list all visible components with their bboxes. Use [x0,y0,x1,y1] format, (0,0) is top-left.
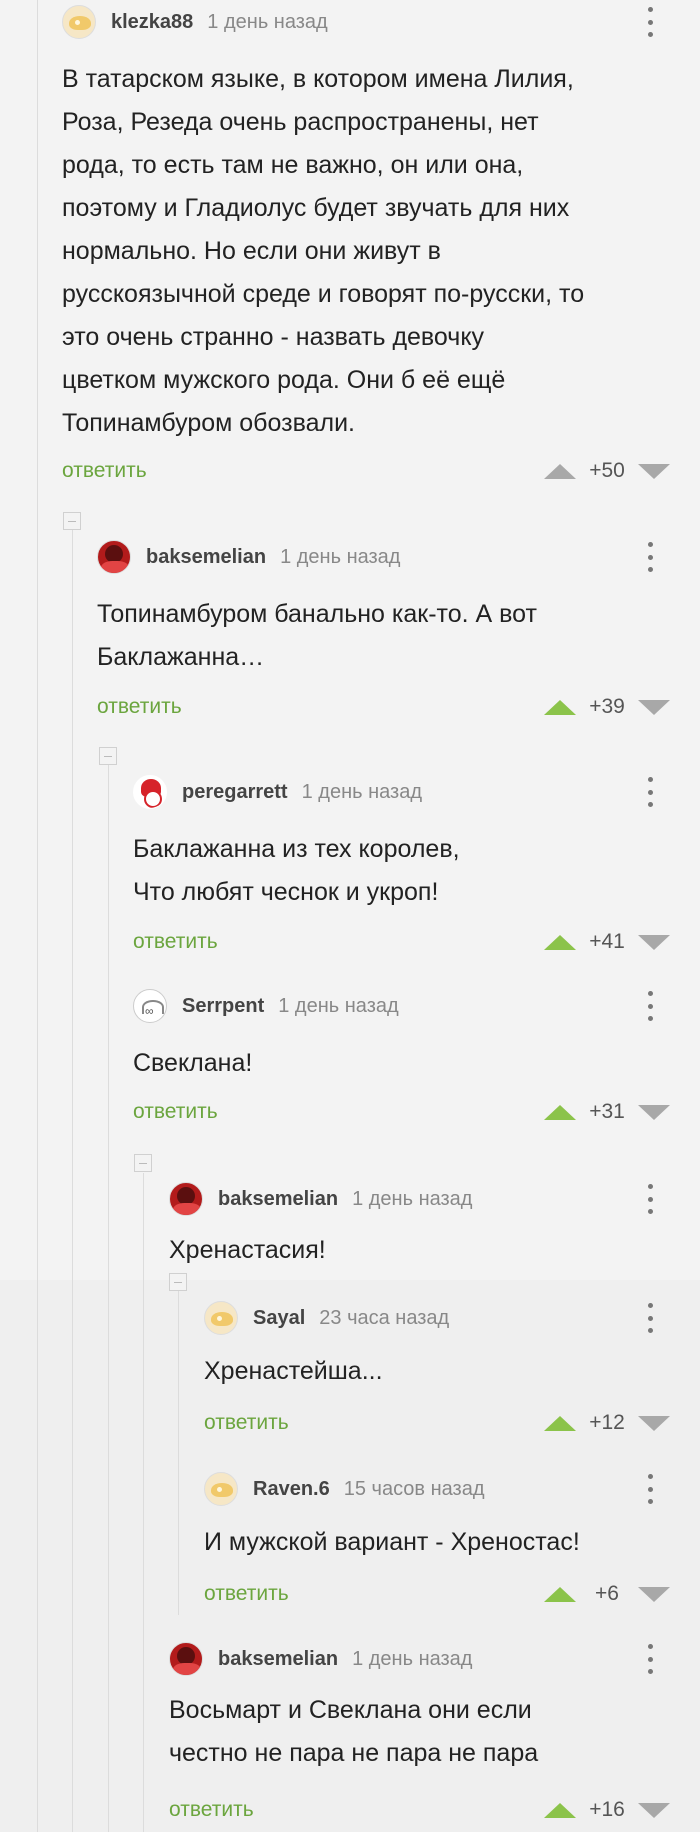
downvote-icon[interactable] [638,463,670,479]
username[interactable]: peregarrett [182,781,288,804]
score: +50 [589,459,625,482]
timestamp[interactable]: 1 день назад [280,546,400,569]
timestamp[interactable]: 15 часов назад [344,1478,485,1501]
vote-controls: +16 [544,1795,670,1825]
upvote-icon[interactable] [544,699,576,715]
timestamp[interactable]: 1 день назад [302,781,422,804]
comment-header: Serrpent 1 день назад [133,984,399,1028]
avatar[interactable] [204,1301,238,1335]
score: +12 [589,1411,625,1434]
reply-link[interactable]: ответить [133,1100,218,1124]
more-options-icon[interactable] [646,7,654,37]
downvote-icon[interactable] [638,699,670,715]
username[interactable]: baksemelian [218,1648,338,1671]
avatar[interactable] [169,1182,203,1216]
thread-line [143,1173,144,1832]
avatar[interactable] [97,540,131,574]
more-options-icon[interactable] [646,1474,654,1504]
more-options-icon[interactable] [646,777,654,807]
comment-footer: ответить [204,1408,289,1438]
upvote-icon[interactable] [544,1104,576,1120]
comment-footer: ответить [62,456,147,486]
vote-controls: +50 [544,456,670,486]
avatar[interactable] [169,1642,203,1676]
comment-text: В татарском языке, в котором имена Лилия… [62,65,585,437]
score: +6 [595,1582,619,1605]
collapse-thread-button[interactable] [169,1273,187,1291]
score: +16 [589,1798,625,1821]
username[interactable]: baksemelian [146,546,266,569]
comment-header: baksemelian 1 день назад [169,1637,472,1681]
comment-header: klezka88 1 день назад [62,0,328,44]
collapse-thread-button[interactable] [134,1154,152,1172]
downvote-icon[interactable] [638,1586,670,1602]
username[interactable]: Raven.6 [253,1478,330,1501]
timestamp[interactable]: 1 день назад [352,1648,472,1671]
reply-link[interactable]: ответить [169,1798,254,1822]
upvote-icon[interactable] [544,463,576,479]
avatar[interactable] [204,1472,238,1506]
downvote-icon[interactable] [638,1415,670,1431]
comment-footer: ответить [169,1795,254,1825]
upvote-icon[interactable] [544,934,576,950]
vote-controls: +6 [544,1579,670,1609]
downvote-icon[interactable] [638,1104,670,1120]
score: +41 [589,930,625,953]
more-options-icon[interactable] [646,542,654,572]
comment-text: Хренастасия! [169,1236,326,1264]
more-options-icon[interactable] [646,1184,654,1214]
comment-footer: ответить [133,927,218,957]
reply-link[interactable]: ответить [204,1582,289,1606]
upvote-icon[interactable] [544,1415,576,1431]
comment-text: Восьмарт и Свеклана они если честно не п… [169,1696,539,1767]
comment-text: Хренастейша... [204,1357,383,1385]
comment-footer: ответить [133,1097,218,1127]
upvote-icon[interactable] [544,1586,576,1602]
thread-line [178,1290,179,1615]
timestamp[interactable]: 1 день назад [352,1188,472,1211]
comment-header: baksemelian 1 день назад [169,1177,472,1221]
upvote-icon[interactable] [544,1802,576,1818]
vote-controls: +41 [544,927,670,957]
more-options-icon[interactable] [646,1644,654,1674]
comment-header: Raven.6 15 часов назад [204,1467,485,1511]
timestamp[interactable]: 1 день назад [207,11,327,34]
thread-line [108,765,109,1832]
vote-controls: +31 [544,1097,670,1127]
timestamp[interactable]: 1 день назад [278,995,398,1018]
comment-footer: ответить [204,1579,289,1609]
comment-text: Свеклана! [133,1049,253,1077]
downvote-icon[interactable] [638,934,670,950]
score: +39 [589,695,625,718]
avatar[interactable] [133,989,167,1023]
more-options-icon[interactable] [646,1303,654,1333]
comment-header: Sayal 23 часа назад [204,1296,449,1340]
avatar[interactable] [62,5,96,39]
downvote-icon[interactable] [638,1802,670,1818]
reply-link[interactable]: ответить [62,459,147,483]
comment-text: Топинамбуром банально как-то. А вот Бакл… [97,600,537,671]
comment-header: baksemelian 1 день назад [97,535,400,579]
thread-line [37,0,38,1832]
vote-controls: +39 [544,692,670,722]
timestamp[interactable]: 23 часа назад [319,1307,449,1330]
comment-header: peregarrett 1 день назад [133,770,422,814]
username[interactable]: baksemelian [218,1188,338,1211]
username[interactable]: Serrpent [182,995,264,1018]
reply-link[interactable]: ответить [204,1411,289,1435]
comment-footer: ответить [97,692,182,722]
comment-text: И мужской вариант - Хреностас! [204,1528,580,1556]
avatar[interactable] [133,775,167,809]
username[interactable]: klezka88 [111,11,193,34]
vote-controls: +12 [544,1408,670,1438]
more-options-icon[interactable] [646,991,654,1021]
username[interactable]: Sayal [253,1307,305,1330]
thread-line [72,530,73,1832]
reply-link[interactable]: ответить [133,930,218,954]
collapse-thread-button[interactable] [63,512,81,530]
comment-text: Баклажанна из тех королев, Что любят чес… [133,835,460,906]
score: +31 [589,1100,625,1123]
collapse-thread-button[interactable] [99,747,117,765]
reply-link[interactable]: ответить [97,695,182,719]
